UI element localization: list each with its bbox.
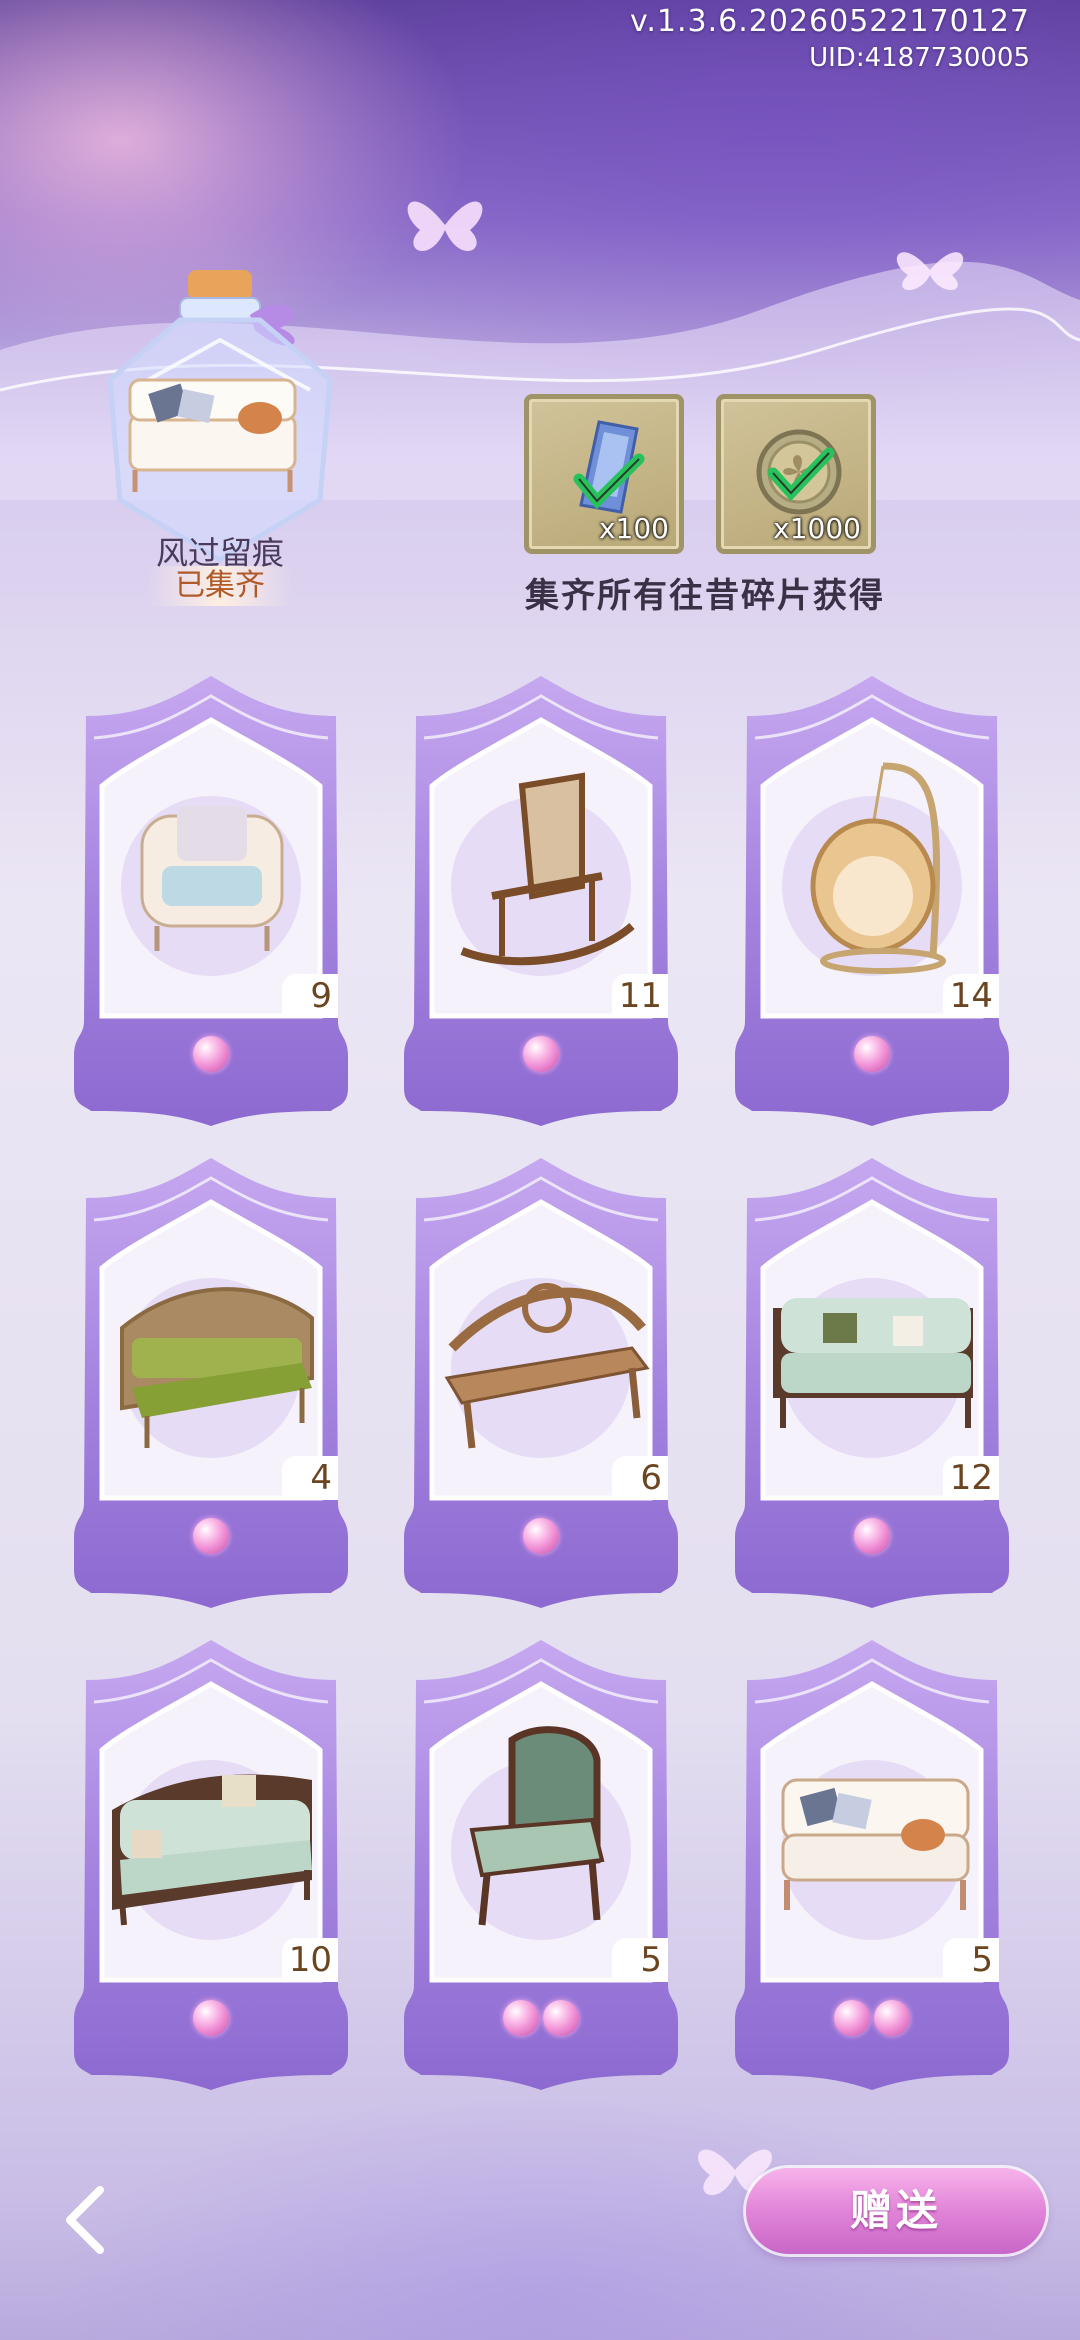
reward-item-coin[interactable]: x1000	[716, 394, 876, 554]
fragment-card[interactable]: 11	[396, 676, 686, 1126]
white-wicker-sofa-icon	[781, 1778, 970, 1910]
fragment-card[interactable]: 4	[66, 1158, 356, 1608]
pearl-cost	[396, 1036, 686, 1076]
green-settee-icon	[120, 1287, 314, 1448]
pearl-icon	[854, 1036, 890, 1072]
blue-crystal-icon	[573, 420, 645, 514]
rocking-chair-icon	[460, 772, 635, 966]
carved-wooden-bench-icon	[444, 1283, 650, 1449]
pearl-icon	[874, 2000, 910, 2036]
fragment-count: 14	[943, 974, 999, 1018]
fragment-count: 5	[612, 1938, 668, 1982]
fragment-count: 12	[943, 1456, 999, 1500]
pearl-cost	[727, 1518, 1017, 1558]
pearl-cost	[66, 1518, 356, 1558]
pearl-cost	[727, 2000, 1017, 2040]
pearl-cost	[396, 1518, 686, 1558]
fragment-card[interactable]: 10	[66, 1640, 356, 2090]
pearl-icon	[523, 1518, 559, 1554]
pearl-cost	[66, 2000, 356, 2040]
pearl-icon	[523, 1036, 559, 1072]
mint-carved-sofa-icon	[773, 1298, 973, 1428]
fragment-card[interactable]: 5	[727, 1640, 1017, 2090]
fragment-count: 11	[612, 974, 668, 1018]
pearl-cost	[66, 1036, 356, 1076]
cushioned-armchair-icon	[140, 806, 284, 951]
pearl-cost	[727, 1036, 1017, 1076]
reward-caption: 集齐所有往昔碎片获得	[525, 576, 885, 616]
fragment-card[interactable]: 14	[727, 676, 1017, 1126]
pearl-icon	[503, 2000, 539, 2036]
butterfly-icon	[896, 252, 964, 291]
gift-button[interactable]: 赠送	[746, 2168, 1046, 2254]
fragment-count: 10	[282, 1938, 338, 1982]
mint-carved-sofa-cushions-icon	[112, 1774, 312, 1926]
fragment-count: 6	[612, 1456, 668, 1500]
version-info: v.1.3.6.20260522170127 UID:4187730005	[630, 4, 1030, 76]
fragment-count: 4	[282, 1456, 338, 1500]
fragment-count: 5	[943, 1938, 999, 1982]
butterfly-icon	[407, 201, 483, 251]
collection-status-badge: 已集齐	[148, 566, 292, 606]
pearl-icon	[193, 1036, 229, 1072]
uid-text: UID:4187730005	[809, 43, 1030, 73]
back-arrow-icon[interactable]	[56, 2180, 116, 2260]
pearl-icon	[193, 2000, 229, 2036]
fragment-card[interactable]: 12	[727, 1158, 1017, 1608]
reward-item-crystal[interactable]: x100	[524, 394, 684, 554]
fragment-card[interactable]: 6	[396, 1158, 686, 1608]
reward-qty: x1000	[773, 512, 861, 545]
fragment-card[interactable]: 5	[396, 1640, 686, 2090]
pearl-icon	[854, 1518, 890, 1554]
pearl-icon	[543, 2000, 579, 2036]
pearl-icon	[834, 2000, 870, 2036]
clover-coin-icon	[756, 429, 842, 515]
reward-qty: x100	[598, 512, 669, 545]
hanging-egg-chair-icon	[810, 762, 946, 974]
fragment-card[interactable]: 9	[66, 676, 356, 1126]
pearl-icon	[193, 1518, 229, 1554]
fragment-count: 9	[282, 974, 338, 1018]
pearl-cost	[396, 2000, 686, 2040]
carved-armchair-icon	[469, 1726, 605, 1926]
version-text: v.1.3.6.20260522170127	[629, 4, 1030, 39]
